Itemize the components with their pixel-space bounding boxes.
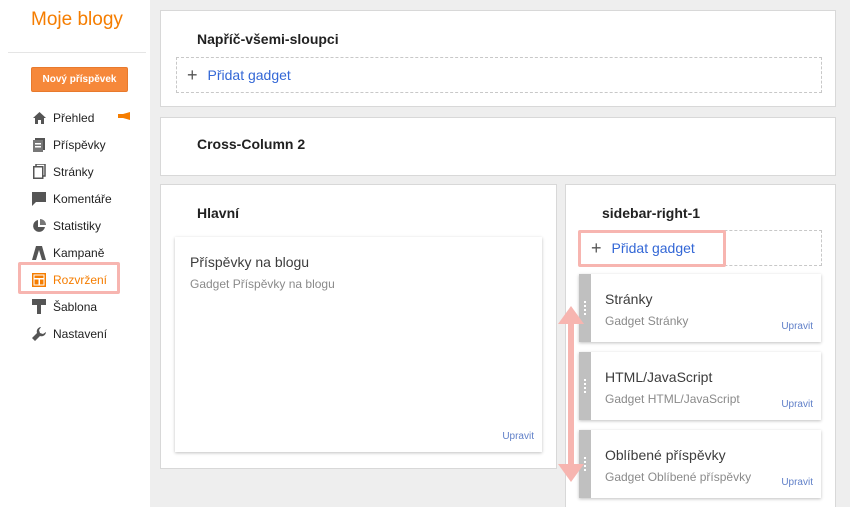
add-gadget-button[interactable]: + Přidat gadget xyxy=(176,57,822,93)
gadget-title: Stránky xyxy=(605,291,653,307)
section-title: sidebar-right-1 xyxy=(602,205,701,221)
sidebar-item-stats[interactable]: Statistiky xyxy=(31,212,150,239)
announcement-icon xyxy=(118,112,130,120)
gadget-title: Příspěvky na blogu xyxy=(190,254,310,270)
sidebar-item-label: Statistiky xyxy=(53,218,102,233)
wrench-icon xyxy=(31,326,47,342)
sidebar-item-overview[interactable]: Přehled xyxy=(31,104,150,131)
sidebar-item-settings[interactable]: Nastavení xyxy=(31,320,150,347)
add-gadget-highlight xyxy=(578,230,726,267)
template-icon xyxy=(31,299,47,315)
gadget-popular-posts[interactable]: Oblíbené příspěvky Gadget Oblíbené přísp… xyxy=(579,430,821,498)
reorder-arrow-icon xyxy=(558,306,584,482)
home-icon xyxy=(31,110,47,126)
sidebar-item-pages[interactable]: Stránky xyxy=(31,158,150,185)
section-main: Hlavní Příspěvky na blogu Gadget Příspěv… xyxy=(160,184,557,469)
gadget-subtitle: Gadget Stránky xyxy=(605,314,689,328)
gadget-html-javascript[interactable]: HTML/JavaScript Gadget HTML/JavaScript U… xyxy=(579,352,821,420)
edit-link[interactable]: Upravit xyxy=(502,431,534,442)
sidebar: Moje blogy Nový příspěvek Přehled Příspě… xyxy=(0,0,150,507)
gadget-title: Oblíbené příspěvky xyxy=(605,447,726,463)
plus-icon: + xyxy=(187,65,198,85)
gadget-subtitle: Gadget HTML/JavaScript xyxy=(605,392,740,406)
sidebar-item-label: Šablona xyxy=(53,299,98,314)
section-cross-column-1: Napříč-všemi-sloupci + Přidat gadget xyxy=(160,10,836,107)
layout-editor: Napříč-všemi-sloupci + Přidat gadget Cro… xyxy=(150,0,850,507)
posts-icon xyxy=(31,137,47,153)
stats-icon xyxy=(31,218,47,234)
sidebar-item-comments[interactable]: Komentáře xyxy=(31,185,150,212)
section-title: Hlavní xyxy=(197,205,240,221)
edit-link[interactable]: Upravit xyxy=(781,399,813,410)
sidebar-item-label: Nastavení xyxy=(53,326,108,341)
sidebar-item-label: Stránky xyxy=(53,164,94,179)
edit-link[interactable]: Upravit xyxy=(781,321,813,332)
brand-title[interactable]: Moje blogy xyxy=(31,9,123,31)
sidebar-nav: Přehled Příspěvky Stránky Komentáře Stat… xyxy=(31,104,150,347)
comments-icon xyxy=(31,191,47,207)
edit-link[interactable]: Upravit xyxy=(781,477,813,488)
sidebar-item-posts[interactable]: Příspěvky xyxy=(31,131,150,158)
new-post-button[interactable]: Nový příspěvek xyxy=(31,67,128,92)
section-cross-column-2: Cross-Column 2 xyxy=(160,117,836,176)
campaigns-icon xyxy=(31,245,47,261)
layout-highlight xyxy=(18,262,120,294)
section-title: Cross-Column 2 xyxy=(197,136,306,152)
sidebar-item-label: Přehled xyxy=(53,110,95,125)
section-title: Napříč-všemi-sloupci xyxy=(197,31,339,47)
divider xyxy=(8,52,146,53)
pages-icon xyxy=(31,164,47,180)
sidebar-item-label: Kampaně xyxy=(53,245,105,260)
sidebar-item-label: Komentáře xyxy=(53,191,112,206)
sidebar-item-template[interactable]: Šablona xyxy=(31,293,150,320)
add-gadget-label: Přidat gadget xyxy=(207,67,291,83)
gadget-blog-posts[interactable]: Příspěvky na blogu Gadget Příspěvky na b… xyxy=(175,237,542,452)
gadget-title: HTML/JavaScript xyxy=(605,369,713,385)
gadget-pages[interactable]: Stránky Gadget Stránky Upravit xyxy=(579,274,821,342)
sidebar-item-label: Příspěvky xyxy=(53,137,106,152)
gadget-subtitle: Gadget Příspěvky na blogu xyxy=(190,277,335,291)
gadget-subtitle: Gadget Oblíbené příspěvky xyxy=(605,470,752,484)
